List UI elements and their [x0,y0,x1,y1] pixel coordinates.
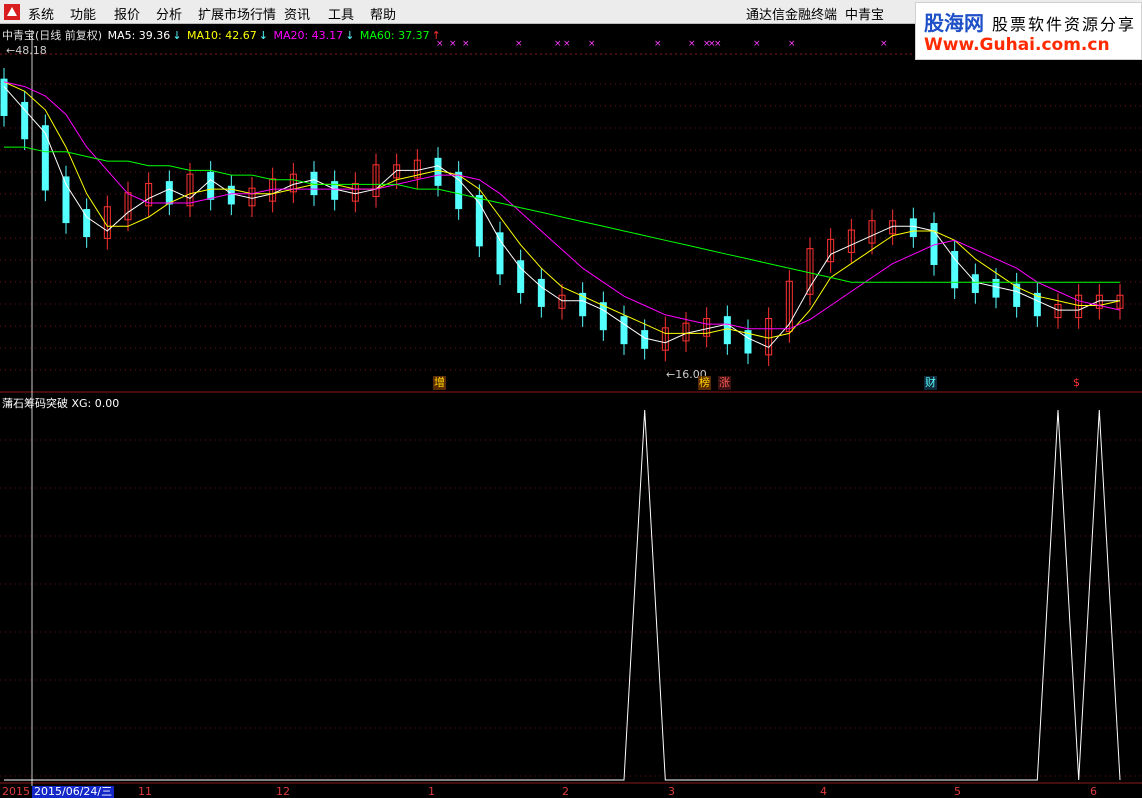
event-rise[interactable]: 涨 [718,376,731,390]
axis-month-label: 3 [668,785,675,798]
candle-body [0,78,8,116]
signal-marker: × [449,39,457,49]
ma10-value: MA10: 42.67 [187,29,257,42]
indicator-panel-header: 蒲石筹码突破 XG: 0.00 [2,395,119,411]
arrow-left-icon: ← [666,368,676,381]
signal-marker: × [714,39,722,49]
terminal-title: 通达信金融终端 [746,8,838,23]
signal-marker: × [753,39,761,49]
signal-marker: × [554,39,562,49]
candle-body [971,274,979,293]
axis-month-label: 11 [138,785,152,798]
candle-body [909,218,917,238]
candle-body [41,125,49,191]
app-logo-icon [4,4,20,20]
watermark-logo: 股海网 股票软件资源分享 Www.Guhai.com.cn [915,2,1142,60]
ma5-trend-icon: ↓ [172,29,182,42]
axis-month-label: 5 [954,785,961,798]
event-finance[interactable]: 财 [924,376,937,390]
signal-marker: × [880,39,888,49]
indicator-title: 蒲石筹码突破 [2,397,68,410]
menu-quote[interactable]: 报价 [114,4,140,23]
chart-canvas: × × × × × × × × × ××× × × × [0,24,1142,798]
main-panel-header: 中青宝(日线 前复权) MA5: 39.36 ↓ MA10: 42.67 ↓ MA2… [2,27,443,43]
chart-background [0,24,1142,798]
ma10-trend-icon: ↓ [258,29,268,42]
signal-marker: × [788,39,796,49]
ma60-trend-icon: ↑ [431,29,441,42]
signal-marker: × [515,39,523,49]
axis-month-label: 1 [428,785,435,798]
ma60-value: MA60: 37.37 [359,29,430,42]
candle-body [537,278,545,307]
candle-body [641,330,649,349]
candle-body [723,316,731,345]
menu-system[interactable]: 系统 [28,4,54,23]
event-increase[interactable]: 增 [433,376,446,390]
high-price-label: ←48.18 [6,44,47,57]
candle-body [165,181,173,205]
signal-marker: × [588,39,596,49]
axis-month-label: 2 [562,785,569,798]
candle-body [620,316,628,345]
menu-analysis[interactable]: 分析 [156,4,182,23]
chart-title: 中青宝(日线 前复权) [2,29,103,42]
menu-extended-market[interactable]: 扩展市场行情 [198,4,276,23]
ma20-trend-icon: ↓ [345,29,355,42]
watermark-brand: 股海网 [924,11,984,35]
menu-function[interactable]: 功能 [70,4,96,23]
axis-month-label: 4 [820,785,827,798]
candle-body [496,232,504,275]
signal-marker: × [654,39,662,49]
menu-help[interactable]: 帮助 [370,4,396,23]
axis-month-label: 12 [276,785,290,798]
ma20-value: MA20: 43.17 [273,29,344,42]
event-ranking[interactable]: 榜 [698,376,711,390]
signal-marker: × [563,39,571,49]
menu-tools[interactable]: 工具 [328,4,354,23]
signal-marker: × [688,39,696,49]
axis-month-label: 6 [1090,785,1097,798]
candle-body [434,157,442,186]
axis-year-label: 2015 [2,785,30,798]
stock-name: 中青宝 [845,8,885,23]
arrow-left-icon: ← [6,44,16,57]
menu-news[interactable]: 资讯 [284,4,310,23]
date-cursor-label: 2015/06/24/三 [32,785,115,798]
indicator-value: XG: 0.00 [71,397,120,410]
watermark-url: Www.Guhai.com.cn [924,35,1110,55]
ma5-value: MA5: 39.36 [107,29,171,42]
event-dividend[interactable]: $ [1072,376,1081,390]
watermark-slogan: 股票软件资源分享 [992,15,1137,34]
signal-marker: × [462,39,470,49]
candle-body [207,171,215,200]
